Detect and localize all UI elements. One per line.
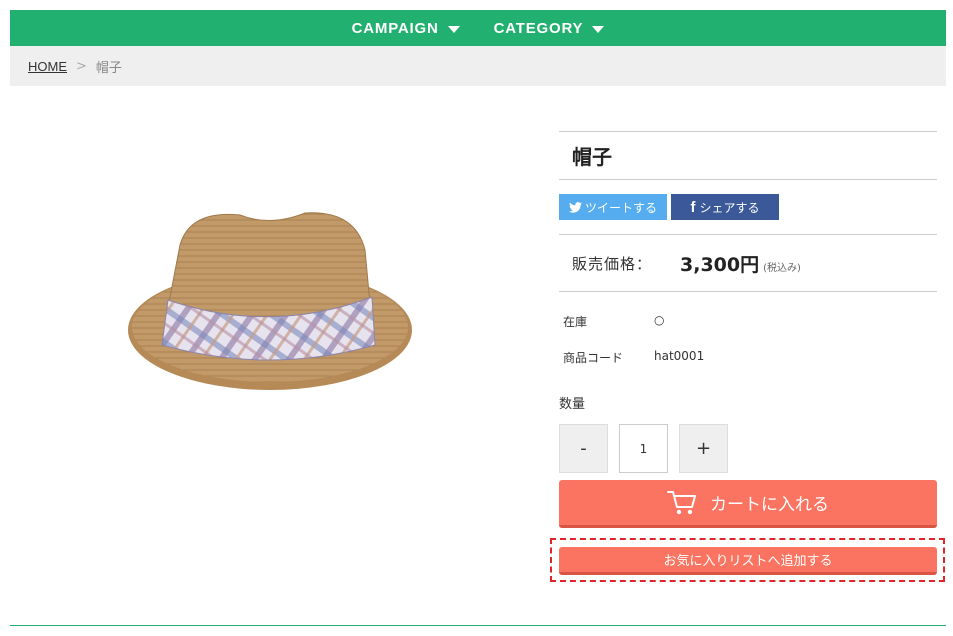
- price-value: 3,300円: [680, 253, 760, 276]
- caret-down-icon: [592, 25, 605, 33]
- breadcrumb: HOME > 帽子: [10, 46, 946, 86]
- hat-illustration: [128, 212, 412, 390]
- footer-divider: [10, 625, 946, 626]
- tweet-label: ツイートする: [584, 200, 657, 215]
- add-to-wishlist-button[interactable]: お気に入りリストへ追加する: [559, 547, 937, 575]
- spec-label-code: 商品コード: [563, 351, 624, 365]
- price-row: 販売価格： 3,300円 (税込み): [559, 235, 937, 292]
- breadcrumb-separator: >: [76, 58, 87, 74]
- quantity-stepper: - +: [559, 424, 937, 473]
- product-title: 帽子: [572, 145, 612, 169]
- spec-value-stock: ○: [654, 313, 665, 327]
- top-navigation: CAMPAIGN CATEGORY: [10, 10, 946, 46]
- breadcrumb-home-link[interactable]: HOME: [28, 59, 67, 74]
- product-info: 帽子 ツイートする f シェアする 販売価格： 3,300円 (税込み) 在庫 …: [559, 131, 937, 473]
- spec-row-stock: 在庫 ○: [559, 313, 937, 330]
- nav-campaign[interactable]: CAMPAIGN: [352, 20, 460, 37]
- share-row: ツイートする f シェアする: [559, 180, 937, 235]
- spec-label-stock: 在庫: [563, 315, 588, 329]
- cart-icon: [667, 490, 696, 514]
- nav-category[interactable]: CATEGORY: [494, 20, 605, 37]
- spec-row-code: 商品コード hat0001: [559, 349, 937, 366]
- tax-note: (税込み): [763, 262, 801, 274]
- twitter-bird-icon: [568, 201, 582, 213]
- facebook-icon: f: [690, 198, 696, 216]
- product-image: [120, 205, 420, 405]
- spec-value-code: hat0001: [654, 349, 705, 363]
- quantity-label: 数量: [559, 397, 586, 412]
- breadcrumb-current: 帽子: [95, 60, 122, 76]
- nav-campaign-label: CAMPAIGN: [351, 19, 439, 37]
- facebook-share-label: シェアする: [699, 200, 760, 215]
- caret-down-icon: [447, 25, 460, 33]
- product-title-row: 帽子: [559, 131, 937, 180]
- quantity-minus-button[interactable]: -: [559, 424, 608, 473]
- tweet-button[interactable]: ツイートする: [559, 194, 667, 220]
- add-to-cart-label: カートに入れる: [710, 495, 829, 515]
- nav-category-label: CATEGORY: [493, 19, 584, 37]
- price-label: 販売価格：: [572, 254, 653, 273]
- add-to-cart-button[interactable]: カートに入れる: [559, 480, 937, 528]
- quantity-plus-button[interactable]: +: [679, 424, 728, 473]
- add-to-wishlist-label: お気に入りリストへ追加する: [663, 554, 833, 569]
- quantity-input[interactable]: [619, 424, 668, 473]
- facebook-share-button[interactable]: f シェアする: [671, 194, 779, 220]
